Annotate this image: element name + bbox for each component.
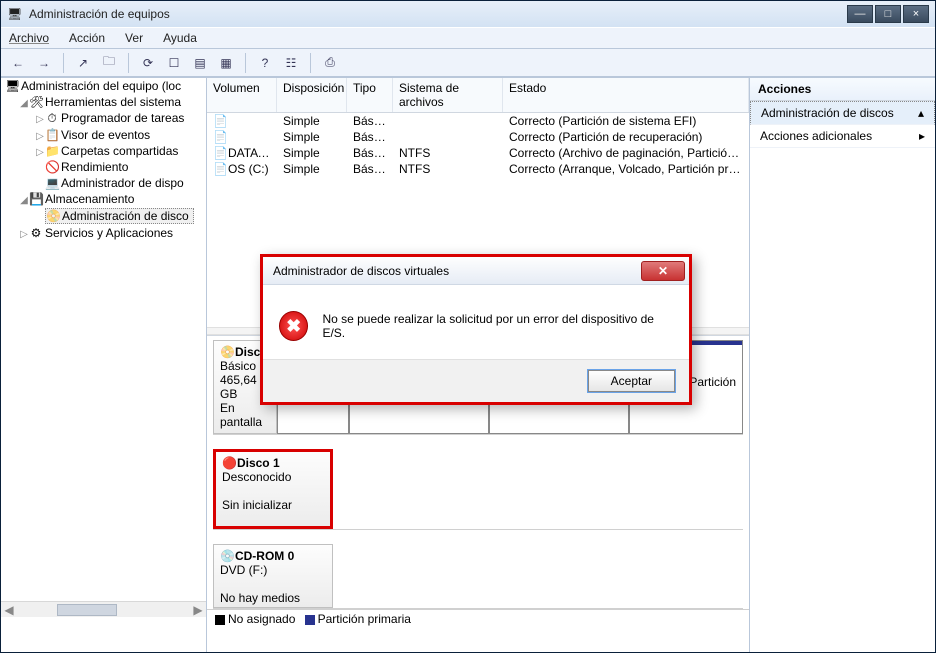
tree-visor[interactable]: ▷📋Visor de eventos <box>1 127 206 143</box>
volume-row[interactable]: 📄SimpleBásicoCorrecto (Partición de sist… <box>207 113 749 129</box>
tree-admdiscos[interactable]: 📀Administración de disco <box>1 207 206 225</box>
chevron-right-icon: ▸ <box>919 129 925 143</box>
dialog-ok-button[interactable]: Aceptar <box>588 370 675 392</box>
volume-row[interactable]: 📄OS (C:)SimpleBásicoNTFSCorrecto (Arranq… <box>207 161 749 177</box>
sharedfolders-icon: 📁 <box>45 144 59 158</box>
actions-item-additional[interactable]: Acciones adicionales▸ <box>750 125 935 148</box>
volume-row[interactable]: 📄SimpleBásicoCorrecto (Partición de recu… <box>207 129 749 145</box>
tree-root[interactable]: 🖥Administración del equipo (loc <box>1 78 206 94</box>
minimize-button[interactable]: — <box>847 5 873 23</box>
grid2-button[interactable]: ▦ <box>215 52 237 74</box>
expand-icon[interactable]: ▷ <box>19 229 29 240</box>
close-button[interactable]: × <box>903 5 929 23</box>
actions-pane: Acciones Administración de discos▴ Accio… <box>749 78 935 652</box>
diskmgmt-icon: 📀 <box>46 209 60 223</box>
storage-icon: 💾 <box>29 192 43 206</box>
tools-icon: 🛠 <box>29 95 43 109</box>
tree-servicios[interactable]: ▷⚙Servicios y Aplicaciones <box>1 225 206 241</box>
dialog-titlebar[interactable]: Administrador de discos virtuales ✕ <box>263 257 689 285</box>
legend-primary-icon <box>305 615 315 625</box>
col-tipo[interactable]: Tipo <box>347 78 393 112</box>
disk-row-disco1[interactable]: 🔴Disco 1 Desconocido Sin inicializar <box>213 449 743 530</box>
menu-archivo[interactable]: Archivo <box>5 29 53 47</box>
tree-scrollbar[interactable]: ◀▶ <box>1 601 206 617</box>
perf-icon: 🚫 <box>45 160 59 174</box>
actions-item-diskmgmt[interactable]: Administración de discos▴ <box>750 101 935 125</box>
nav-forward-button[interactable]: → <box>33 52 55 74</box>
scheduler-icon: ⏱ <box>45 111 59 126</box>
col-filesystem[interactable]: Sistema de archivos <box>393 78 503 112</box>
expand-icon[interactable]: ▷ <box>35 131 45 142</box>
expand-icon[interactable]: ▷ <box>35 114 45 125</box>
menu-ver[interactable]: Ver <box>121 29 147 47</box>
dialog-close-button[interactable]: ✕ <box>641 261 685 281</box>
legend-unallocated-icon <box>215 615 225 625</box>
actions-header: Acciones <box>750 78 935 101</box>
error-icon: ✖ <box>279 311 308 341</box>
col-estado[interactable]: Estado <box>503 78 749 112</box>
refresh-button[interactable]: ⟳ <box>137 52 159 74</box>
services-icon: ⚙ <box>29 226 43 240</box>
volume-list-header: Volumen Disposición Tipo Sistema de arch… <box>207 78 749 113</box>
collapse-icon[interactable]: ◢ <box>19 195 29 206</box>
volume-list[interactable]: 📄SimpleBásicoCorrecto (Partición de sist… <box>207 113 749 177</box>
legend-primary: Partición primaria <box>318 612 411 626</box>
grid1-button[interactable]: ▤ <box>189 52 211 74</box>
menu-accion[interactable]: Acción <box>65 29 109 47</box>
eventviewer-icon: 📋 <box>45 128 59 142</box>
preview-button[interactable]: ⎙ <box>319 52 341 74</box>
maximize-button[interactable]: □ <box>875 5 901 23</box>
menu-ayuda[interactable]: Ayuda <box>159 29 201 47</box>
legend-unallocated: No asignado <box>228 612 295 626</box>
toolbar: ← → ↗ 🗀 ⟳ ☐ ▤ ▦ ? ☷ ⎙ <box>1 49 935 77</box>
tree-carpetas[interactable]: ▷📁Carpetas compartidas <box>1 143 206 159</box>
col-disposicion[interactable]: Disposición <box>277 78 347 112</box>
dialog-message: No se puede realizar la solicitud por un… <box>322 312 673 340</box>
collapse-icon[interactable]: ◢ <box>19 98 29 109</box>
disk-header-cdrom[interactable]: 💿CD-ROM 0 DVD (F:) No hay medios <box>213 544 333 608</box>
window-title: Administración de equipos <box>29 7 847 21</box>
folder-button[interactable]: 🗀 <box>98 52 120 74</box>
devmgr-icon: 💻 <box>45 176 59 190</box>
col-volumen[interactable]: Volumen <box>207 78 277 112</box>
list-button[interactable]: ☷ <box>280 52 302 74</box>
app-icon: 🖥 <box>7 7 21 21</box>
menu-bar: Archivo Acción Ver Ayuda <box>1 27 935 49</box>
legend: No asignado Partición primaria <box>207 609 749 628</box>
dialog-title: Administrador de discos virtuales <box>273 264 641 278</box>
disk-row-cdrom[interactable]: 💿CD-ROM 0 DVD (F:) No hay medios <box>213 544 743 609</box>
tree-programador[interactable]: ▷⏱Programador de tareas <box>1 110 206 127</box>
computer-icon: 🖥 <box>5 79 19 93</box>
chevron-up-icon: ▴ <box>918 106 924 120</box>
volume-row[interactable]: 📄DATA (D:)SimpleBásicoNTFSCorrecto (Arch… <box>207 145 749 161</box>
nav-back-button[interactable]: ← <box>7 52 29 74</box>
tree-herramientas[interactable]: ◢🛠Herramientas del sistema <box>1 94 206 110</box>
tree-almacenamiento[interactable]: ◢💾Almacenamiento <box>1 191 206 207</box>
tree-rendimiento[interactable]: 🚫Rendimiento <box>1 159 206 175</box>
help-button[interactable]: ? <box>254 52 276 74</box>
title-bar[interactable]: 🖥 Administración de equipos — □ × <box>1 1 935 27</box>
tree-pane[interactable]: 🖥Administración del equipo (loc ◢🛠Herram… <box>1 78 207 652</box>
tree-admindisp[interactable]: 💻Administrador de dispo <box>1 175 206 191</box>
up-button[interactable]: ↗ <box>72 52 94 74</box>
error-dialog: Administrador de discos virtuales ✕ ✖ No… <box>260 254 692 405</box>
disk-header-disco1[interactable]: 🔴Disco 1 Desconocido Sin inicializar <box>213 449 333 529</box>
expand-icon[interactable]: ▷ <box>35 147 45 158</box>
properties-button[interactable]: ☐ <box>163 52 185 74</box>
